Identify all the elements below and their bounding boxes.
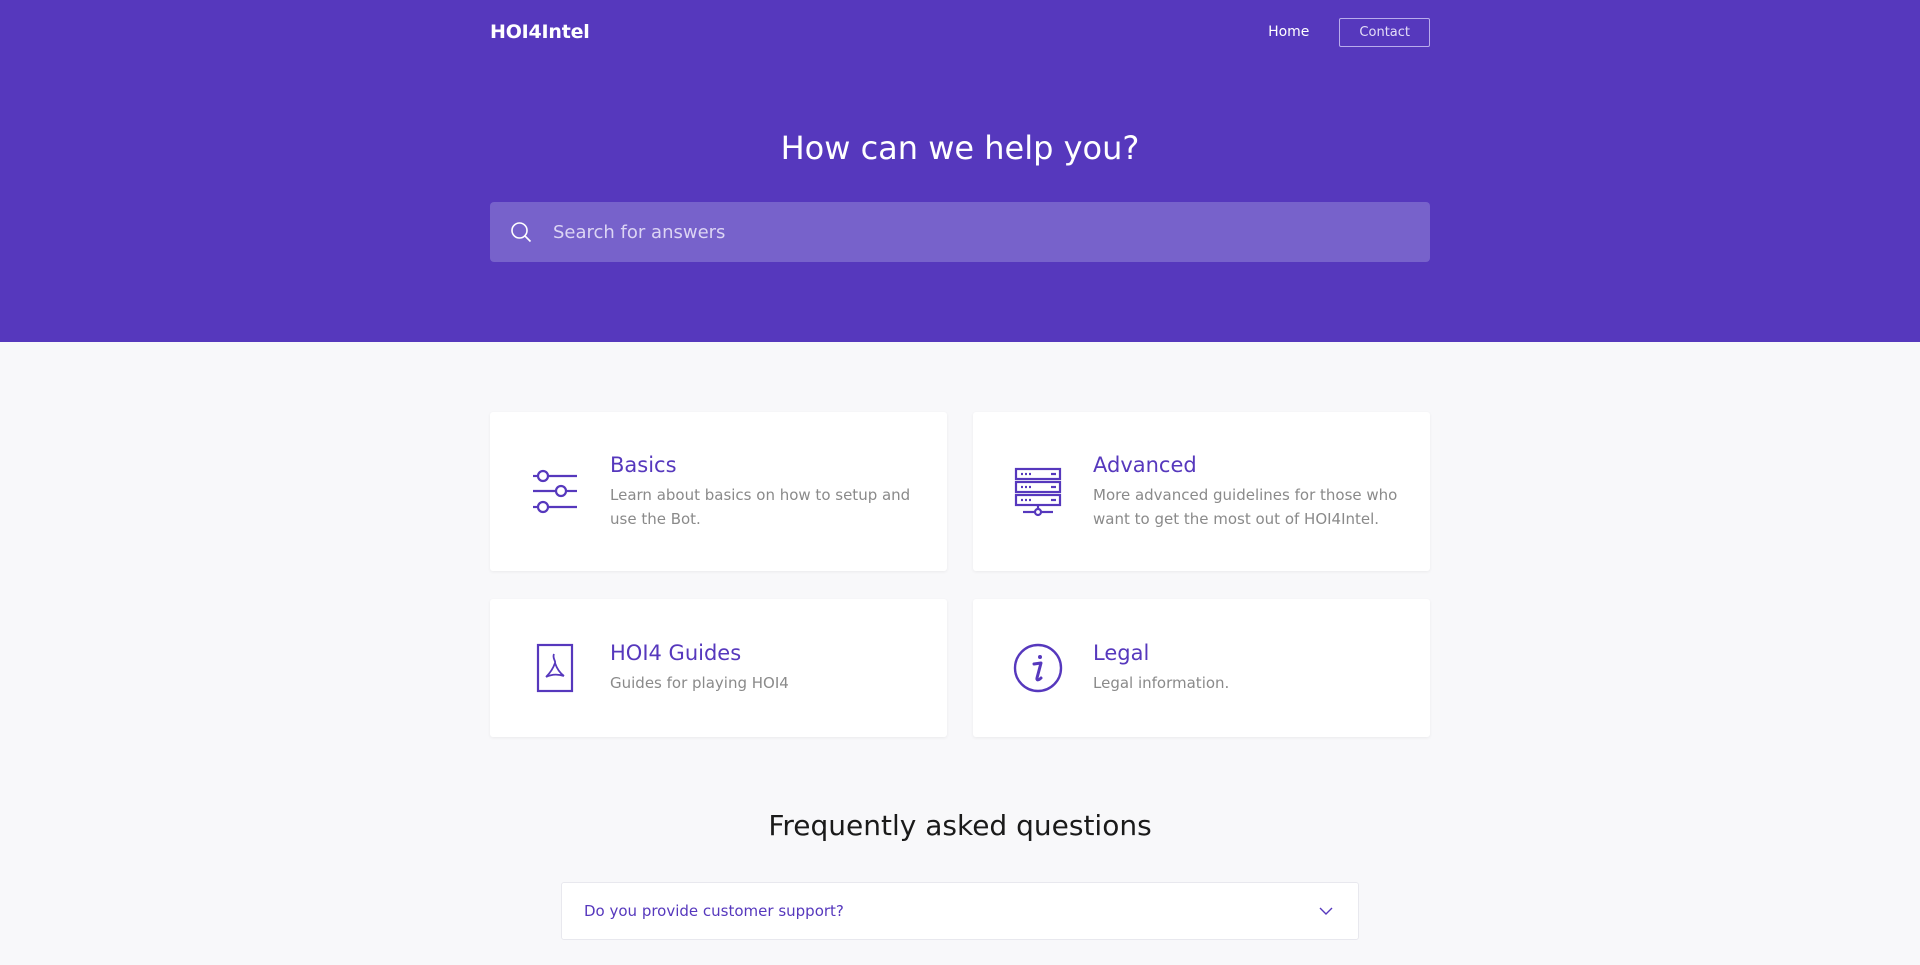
card-text: Basics Learn about basics on how to setu… <box>610 453 917 531</box>
server-icon <box>1014 467 1062 516</box>
card-text: HOI4 Guides Guides for playing HOI4 <box>610 641 789 695</box>
sliders-icon <box>533 469 577 513</box>
card-description: More advanced guidelines for those who w… <box>1093 485 1398 528</box>
info-icon <box>1013 643 1063 693</box>
card-title: Basics <box>610 452 677 477</box>
top-navbar: HOI4Intel Home Contact <box>490 0 1430 64</box>
card-title: HOI4 Guides <box>610 641 742 665</box>
card-advanced[interactable]: Advanced More advanced guidelines for th… <box>973 412 1430 571</box>
pdf-document-icon <box>536 643 574 693</box>
card-legal[interactable]: Legal Legal information. <box>973 599 1430 737</box>
contact-button[interactable]: Contact <box>1339 17 1430 47</box>
nav-links: Home Contact <box>1268 17 1430 47</box>
search-icon <box>511 222 532 243</box>
card-title: Advanced <box>1093 452 1197 477</box>
category-cards: Basics Learn about basics on how to setu… <box>490 412 1430 737</box>
hero-section: HOI4Intel Home Contact How can we help y… <box>0 0 1920 342</box>
card-text: Advanced More advanced guidelines for th… <box>1093 453 1400 531</box>
card-title: Legal <box>1093 641 1150 665</box>
faq-question: Do you provide customer support? <box>584 902 844 920</box>
search-bar[interactable] <box>490 202 1430 262</box>
search-input[interactable] <box>551 220 1430 244</box>
card-description: Legal information. <box>1093 674 1230 692</box>
brand-logo[interactable]: HOI4Intel <box>490 21 590 43</box>
faq-section: Frequently asked questions Do you provid… <box>0 809 1920 940</box>
card-description: Learn about basics on how to setup and u… <box>610 485 911 528</box>
card-basics[interactable]: Basics Learn about basics on how to setu… <box>490 412 947 571</box>
chevron-down-icon[interactable] <box>1318 903 1334 919</box>
card-text: Legal Legal information. <box>1093 641 1229 695</box>
faq-title: Frequently asked questions <box>768 809 1152 842</box>
card-hoi4-guides[interactable]: HOI4 Guides Guides for playing HOI4 <box>490 599 947 737</box>
hero-title: How can we help you? <box>780 129 1140 167</box>
card-description: Guides for playing HOI4 <box>610 674 789 692</box>
nav-home-link[interactable]: Home <box>1268 24 1309 40</box>
faq-item[interactable]: Do you provide customer support? <box>561 882 1359 940</box>
